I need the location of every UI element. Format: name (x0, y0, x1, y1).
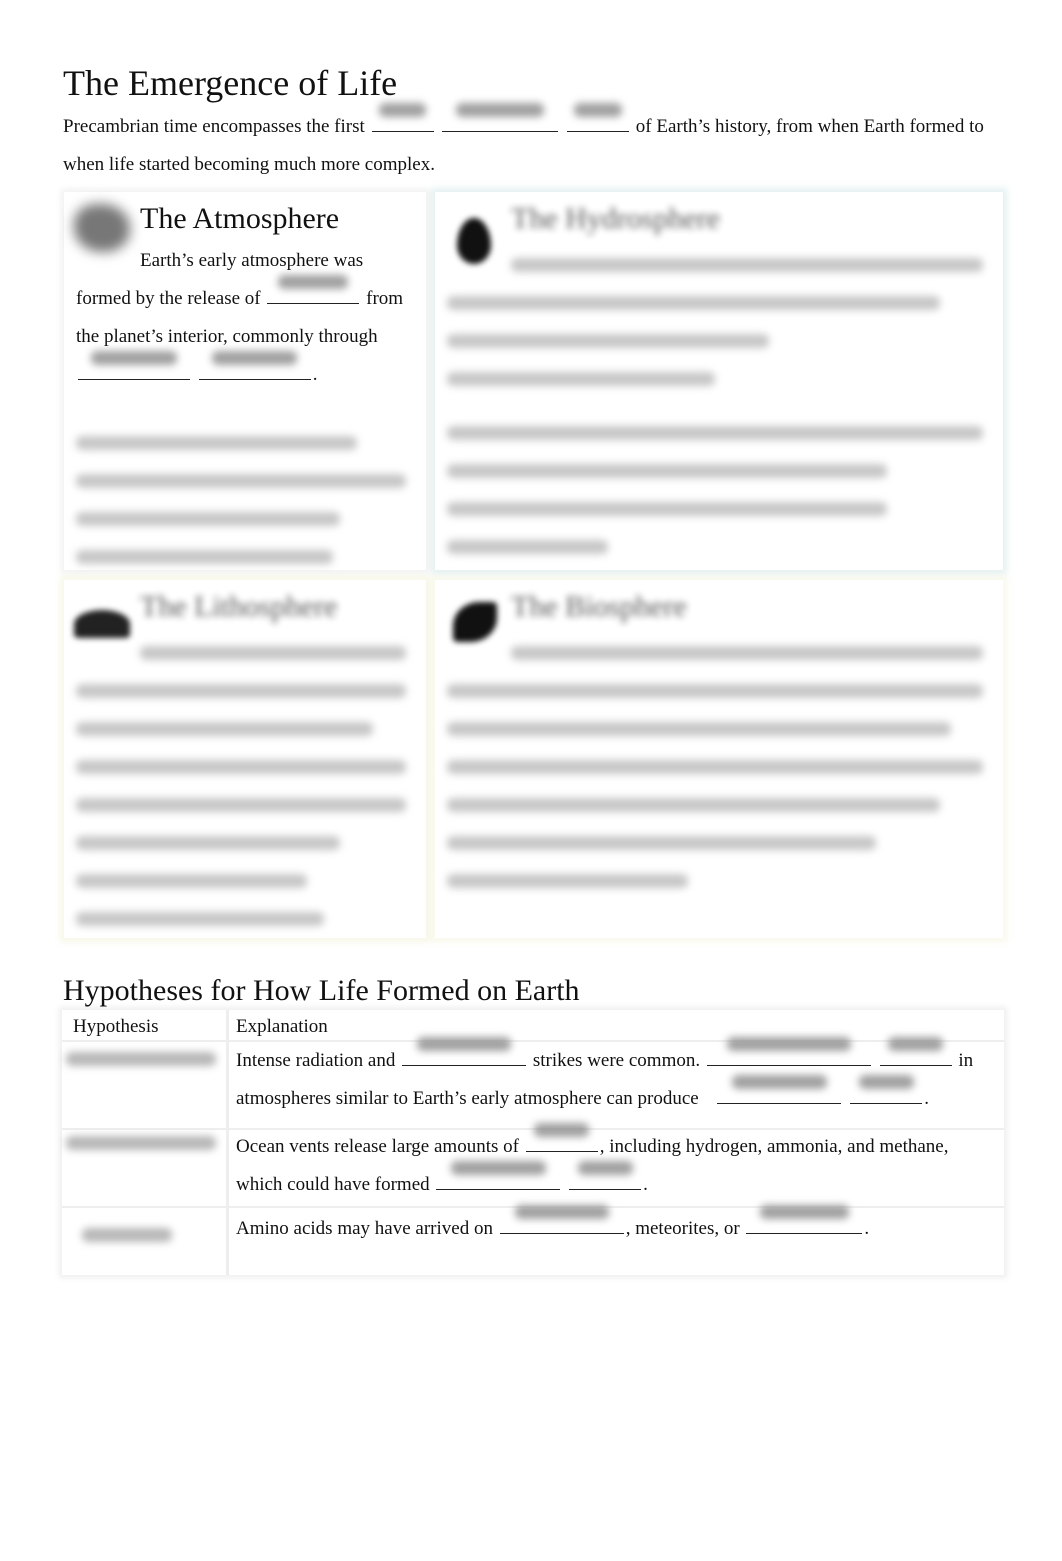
intro-text-start: Precambrian time encompasses the first (63, 116, 365, 137)
answer-blank[interactable] (567, 103, 630, 132)
answer-blank[interactable] (717, 1075, 842, 1104)
row-text: Ocean vents release large amounts of (236, 1136, 519, 1157)
lithosphere-section: The Lithosphere (64, 580, 426, 938)
answer-blank[interactable] (569, 1161, 642, 1190)
hypothesis-name-blurred (66, 1136, 216, 1150)
hypothesis-name-blurred (82, 1228, 172, 1242)
answer-blank[interactable] (442, 103, 559, 132)
row-text: . (924, 1088, 929, 1109)
intro-paragraph: Precambrian time encompasses the first o… (63, 103, 993, 184)
blurred-paragraph (76, 412, 406, 588)
row-text: . (643, 1174, 648, 1195)
section-title: The Hydrosphere (511, 202, 721, 235)
answer-blank[interactable] (78, 351, 190, 380)
column-header-explanation: Explanation (236, 1016, 328, 1037)
row-text: strikes were common. (532, 1050, 701, 1071)
row-text: . (864, 1218, 870, 1239)
column-header-hypothesis: Hypothesis (73, 1016, 159, 1037)
table-row: Intense radiation and strikes were commo… (236, 1037, 996, 1118)
answer-blank[interactable] (198, 351, 311, 380)
table-row: Ocean vents release large amounts of , i… (236, 1123, 996, 1204)
section-title: The Biosphere (511, 590, 687, 623)
atmosphere-text-3: . (312, 364, 318, 385)
section-title: The Atmosphere (140, 202, 340, 235)
answer-blank[interactable] (706, 1037, 871, 1066)
answer-blank[interactable] (436, 1161, 561, 1190)
answer-blank[interactable] (879, 1037, 952, 1066)
atmosphere-section: The Atmosphere Earth’s early atmosphere … (64, 192, 426, 570)
biosphere-section: The Biosphere (435, 580, 1003, 938)
row-text: , meteorites, or (625, 1218, 740, 1239)
row-text: Intense radiation and (236, 1050, 396, 1071)
blurred-paragraph (447, 234, 983, 578)
answer-blank[interactable] (850, 1075, 923, 1104)
answer-blank[interactable] (402, 1037, 527, 1066)
page-title: The Emergence of Life (63, 63, 398, 103)
answer-blank[interactable] (371, 103, 434, 132)
table-row: Amino acids may have arrived on , meteor… (236, 1205, 996, 1248)
row-text: Amino acids may have arrived on (236, 1218, 493, 1239)
blurred-paragraph (76, 622, 406, 950)
answer-blank[interactable] (746, 1205, 863, 1234)
section-title: The Lithosphere (140, 590, 338, 623)
blurred-paragraph (447, 622, 983, 912)
answer-blank[interactable] (499, 1205, 624, 1234)
hypotheses-heading: Hypotheses for How Life Formed on Earth (63, 974, 580, 1007)
atmosphere-text: Earth’s early atmosphere was formed by t… (76, 242, 416, 394)
hypothesis-name-blurred (66, 1052, 216, 1066)
hydrosphere-section: The Hydrosphere (435, 192, 1003, 570)
answer-blank[interactable] (525, 1123, 598, 1152)
hypotheses-table: Hypothesis Explanation Intense radiation… (62, 1010, 1004, 1275)
worksheet-page: The Emergence of Life Precambrian time e… (0, 0, 1062, 1561)
answer-blank[interactable] (267, 275, 360, 304)
